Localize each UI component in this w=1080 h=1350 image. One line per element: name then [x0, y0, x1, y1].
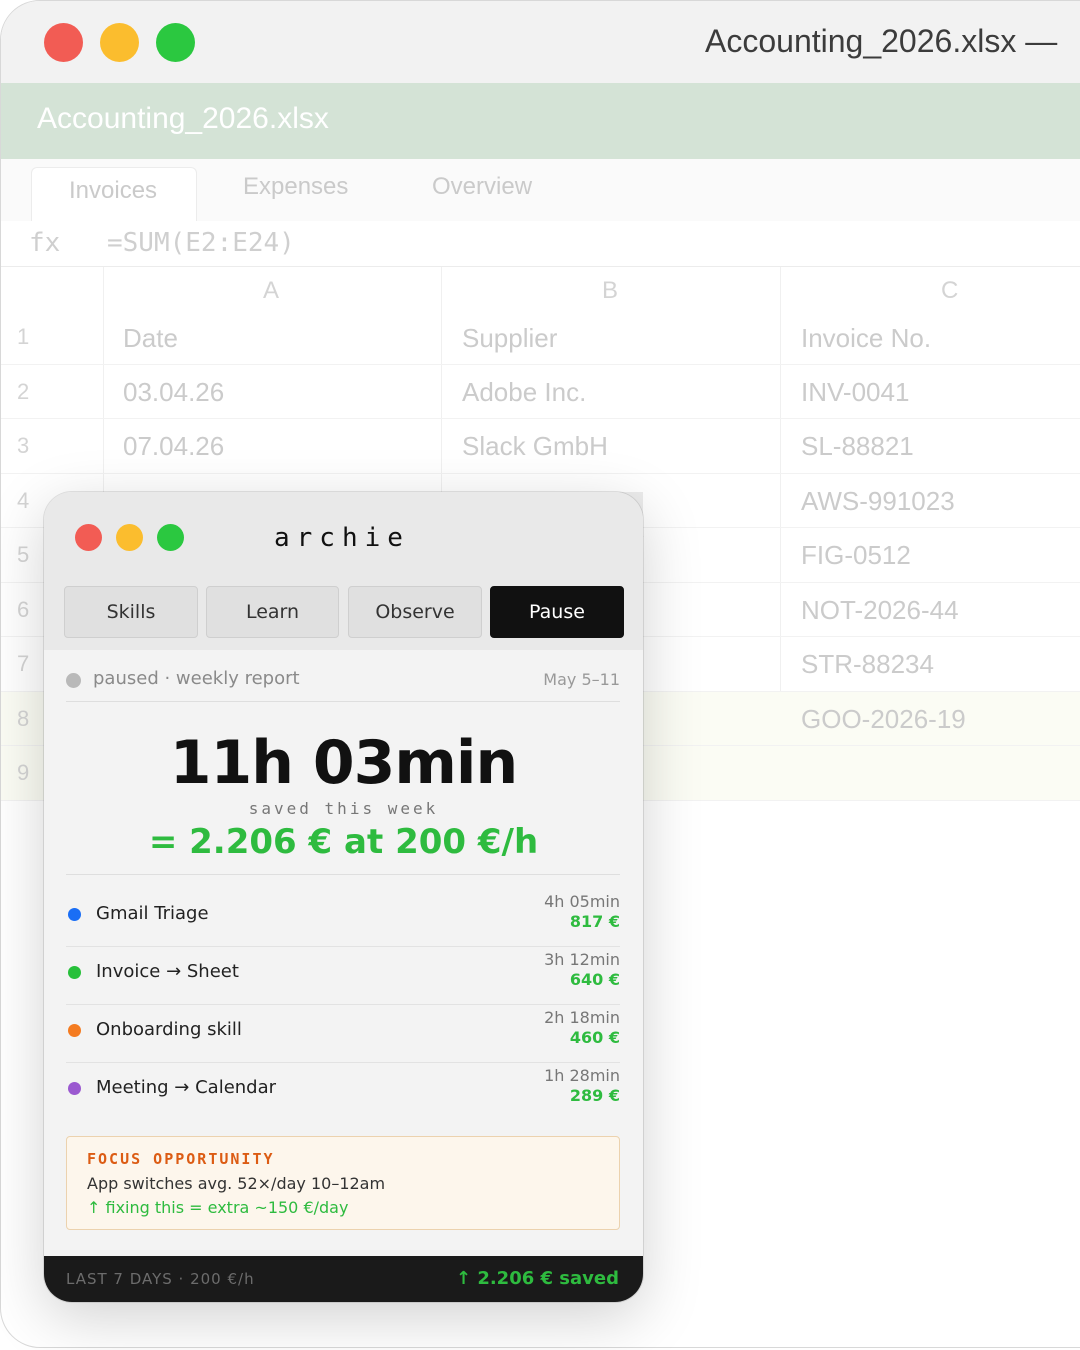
table-cell[interactable]: STR-88234	[801, 649, 934, 680]
focus-gain: ↑ fixing this = extra ~150 €/day	[87, 1198, 349, 1217]
archie-zoom-button[interactable]	[157, 524, 184, 551]
row-number: 9	[17, 760, 30, 785]
file-name-bar: Accounting_2026.xlsx	[1, 83, 1080, 159]
table-cell[interactable]: Date	[123, 323, 178, 354]
money-saved-value: = 2.206 € at 200 €/h	[148, 822, 539, 862]
table-cell[interactable]: Slack GmbH	[462, 431, 608, 462]
time-saved-value: 11h 03min	[169, 728, 518, 798]
row-number: 1	[17, 324, 30, 349]
table-cell[interactable]: SL-88821	[801, 431, 914, 462]
archie-titlebar: archie	[44, 492, 643, 576]
section-divider	[66, 874, 620, 875]
skill-name: Onboarding skill	[96, 1019, 242, 1040]
table-cell[interactable]: 03.04.26	[123, 377, 224, 408]
skill-name: Meeting → Calendar	[96, 1077, 277, 1098]
row-number: 6	[17, 597, 30, 622]
green-dot-icon	[68, 966, 81, 979]
column-header-c[interactable]: C	[941, 277, 958, 305]
window-title: Accounting_2026.xlsx —	[705, 23, 1058, 59]
column-header-a[interactable]: A	[263, 277, 279, 305]
archie-close-button[interactable]	[75, 524, 102, 551]
table-cell[interactable]: 07.04.26	[123, 431, 224, 462]
skills-button[interactable]: Skills	[64, 586, 198, 638]
table-cell[interactable]: AWS-991023	[801, 486, 955, 517]
table-cell[interactable]: Adobe Inc.	[462, 377, 586, 408]
row-number: 8	[17, 706, 30, 731]
fx-label: fx	[29, 228, 61, 258]
table-cell[interactable]: NOT-2026-44	[801, 595, 959, 626]
row-number: 5	[17, 542, 30, 567]
status-text: paused · weekly report	[93, 668, 300, 689]
tab-overview[interactable]: Overview	[432, 173, 532, 201]
skill-money: 460 €	[569, 1028, 620, 1047]
date-range: May 5–11	[543, 670, 620, 689]
status-row: paused · weekly report May 5–11	[66, 668, 620, 702]
list-item[interactable]: Invoice → Sheet 3h 12min 640 €	[66, 947, 620, 1005]
archie-toolbar: Skills Learn Observe Pause	[44, 576, 643, 650]
time-saved-label: saved this week	[248, 799, 439, 818]
table-row: 3 07.04.26 Slack GmbH SL-88821	[1, 419, 1080, 474]
focus-opportunity-card[interactable]: FOCUS OPPORTUNITY App switches avg. 52×/…	[66, 1136, 620, 1230]
spreadsheet-titlebar: Accounting_2026.xlsx —	[1, 1, 1080, 83]
footer-period: LAST 7 DAYS · 200 €/h	[66, 1270, 255, 1288]
formula-input[interactable]: =SUM(E2:E24)	[107, 228, 295, 258]
list-item[interactable]: Meeting → Calendar 1h 28min 289 €	[66, 1063, 620, 1121]
skill-money: 640 €	[569, 970, 620, 989]
table-cell[interactable]: Supplier	[462, 323, 557, 354]
tab-expenses[interactable]: Expenses	[243, 173, 348, 201]
formula-bar: fx =SUM(E2:E24)	[1, 221, 1080, 267]
archie-minimize-button[interactable]	[116, 524, 143, 551]
table-row: 1 Date Supplier Invoice No.	[1, 311, 1080, 365]
pause-button[interactable]: Pause	[490, 586, 624, 638]
close-window-button[interactable]	[44, 23, 83, 62]
minimize-window-button[interactable]	[100, 23, 139, 62]
table-cell[interactable]: FIG-0512	[801, 540, 911, 571]
archie-title: archie	[274, 523, 410, 553]
focus-detail: App switches avg. 52×/day 10–12am	[87, 1174, 386, 1193]
skill-name: Gmail Triage	[96, 903, 209, 924]
sheet-tab-bar: Invoices Expenses Overview	[1, 159, 1080, 221]
skill-time: 3h 12min	[544, 950, 620, 969]
footer-total-saved: ↑ 2.206 € saved	[455, 1268, 619, 1289]
archie-footer: LAST 7 DAYS · 200 €/h ↑ 2.206 € saved	[44, 1256, 643, 1302]
tab-invoices[interactable]: Invoices	[31, 167, 197, 221]
row-number: 7	[17, 651, 30, 676]
row-number: 3	[17, 433, 30, 458]
column-header-b[interactable]: B	[602, 277, 618, 305]
observe-button[interactable]: Observe	[348, 586, 482, 638]
row-number: 4	[17, 488, 30, 513]
orange-dot-icon	[68, 1024, 81, 1037]
skill-name: Invoice → Sheet	[96, 961, 239, 982]
table-row: 2 03.04.26 Adobe Inc. INV-0041	[1, 365, 1080, 419]
learn-button[interactable]: Learn	[206, 586, 339, 638]
status-indicator-icon	[66, 673, 81, 688]
skill-money: 817 €	[569, 912, 620, 931]
purple-dot-icon	[68, 1082, 81, 1095]
skill-time: 4h 05min	[544, 892, 620, 911]
archie-panel: archie Skills Learn Observe Pause paused…	[44, 492, 643, 1302]
table-cell[interactable]: GOO-2026-19	[801, 704, 966, 735]
table-cell[interactable]: INV-0041	[801, 377, 909, 408]
focus-title: FOCUS OPPORTUNITY	[87, 1150, 275, 1168]
skill-time: 1h 28min	[544, 1066, 620, 1085]
file-name: Accounting_2026.xlsx	[37, 102, 329, 135]
blue-dot-icon	[68, 908, 81, 921]
skill-money: 289 €	[569, 1086, 620, 1105]
list-item[interactable]: Onboarding skill 2h 18min 460 €	[66, 1005, 620, 1063]
table-cell[interactable]: Invoice No.	[801, 323, 931, 354]
list-item[interactable]: Gmail Triage 4h 05min 817 €	[66, 889, 620, 947]
skill-time: 2h 18min	[544, 1008, 620, 1027]
row-number: 2	[17, 379, 30, 404]
zoom-window-button[interactable]	[156, 23, 195, 62]
